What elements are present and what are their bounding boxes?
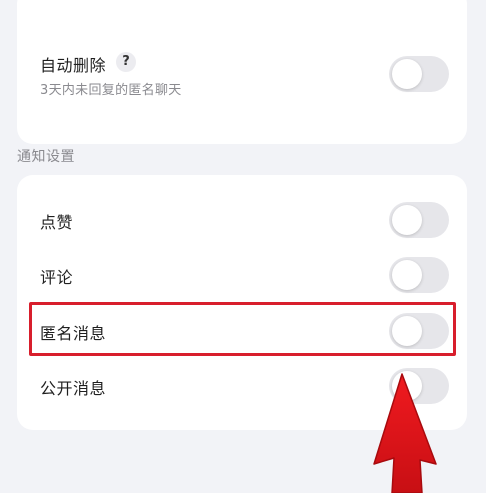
- auto-delete-card: 自动删除 ? 3天内未回复的匿名聊天: [17, 0, 467, 144]
- public-messages-label: 公开消息: [40, 379, 107, 398]
- toggle-knob: [392, 205, 422, 235]
- comments-label: 评论: [40, 268, 74, 287]
- auto-delete-toggle[interactable]: [389, 56, 449, 92]
- toggle-knob: [392, 260, 422, 290]
- anonymous-messages-toggle[interactable]: [389, 313, 449, 349]
- likes-toggle[interactable]: [389, 202, 449, 238]
- pointer-arrow-icon: [373, 373, 437, 493]
- comments-toggle[interactable]: [389, 257, 449, 293]
- likes-label: 点赞: [40, 213, 74, 232]
- auto-delete-subtitle: 3天内未回复的匿名聊天: [40, 83, 182, 98]
- auto-delete-title: 自动删除: [40, 56, 107, 75]
- toggle-knob: [392, 316, 422, 346]
- anonymous-messages-label: 匿名消息: [40, 324, 107, 343]
- toggle-knob: [392, 59, 422, 89]
- section-title-notifications: 通知设置: [17, 149, 75, 165]
- help-icon[interactable]: ?: [116, 52, 136, 72]
